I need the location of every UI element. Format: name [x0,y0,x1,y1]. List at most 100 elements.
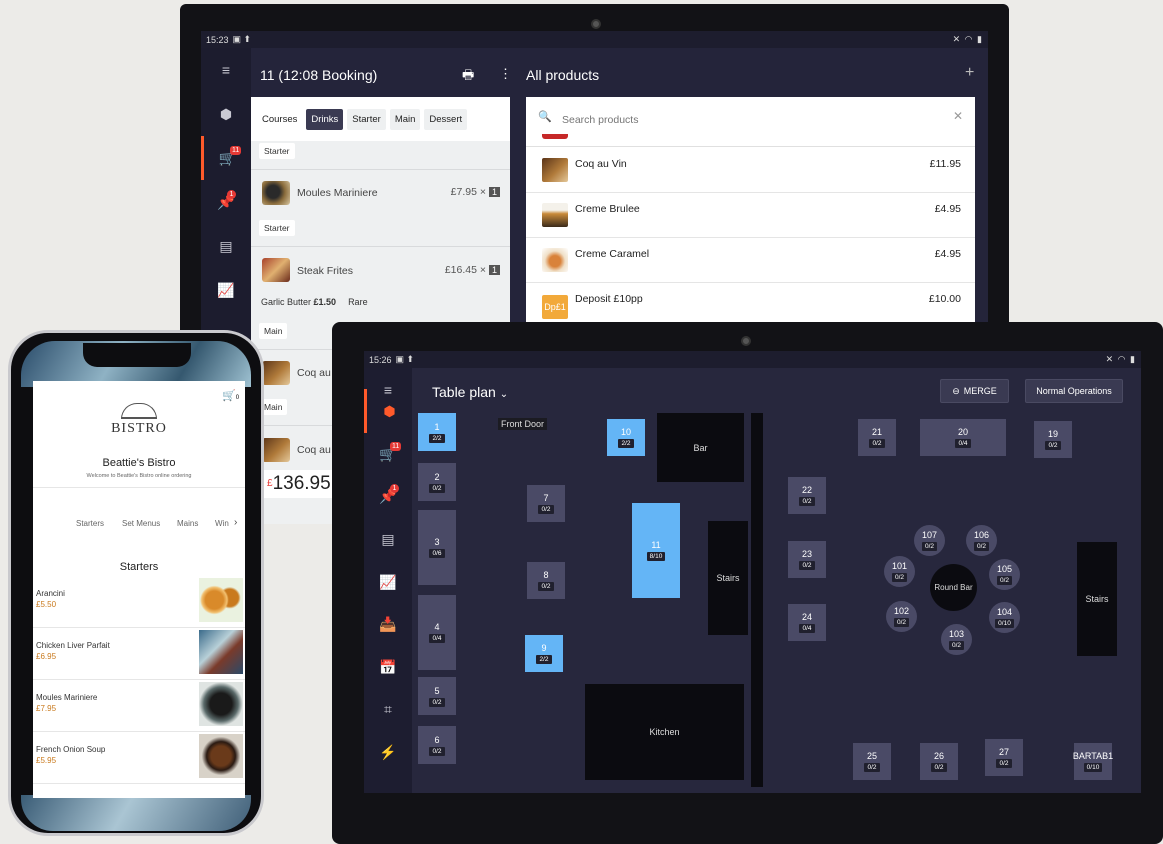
close-icon[interactable]: ✕ [953,109,963,123]
product-row[interactable]: Creme Brulee £4.95 [526,193,975,238]
product-thumb [542,248,568,272]
table-6[interactable]: 6 0/2 [418,726,456,764]
pin-icon[interactable]: 📌 1 [364,474,412,518]
table-covers: 0/2 [891,573,908,582]
table-27[interactable]: 27 0/2 [985,739,1023,776]
mode-button[interactable]: Normal Operations [1025,379,1123,403]
pin-icon[interactable]: 📌 1 [201,180,251,224]
cart-icon[interactable]: 🛒0 [222,389,239,402]
table-104[interactable]: 104 0/10 [989,602,1020,633]
table-8[interactable]: 8 0/2 [527,562,565,599]
product-row[interactable]: Creme Caramel £4.95 [526,238,975,283]
order-line-name[interactable]: Moules Mariniere [297,187,378,199]
table-7[interactable]: 7 0/2 [527,485,565,522]
table-covers: 2/2 [429,433,445,443]
table-covers: 0/2 [538,582,554,591]
category-starters[interactable]: Starters [76,519,104,528]
page-title[interactable]: Table plan ⌄ [432,384,508,400]
search-input[interactable] [562,113,922,127]
reports-icon[interactable]: 📈 [364,560,412,604]
table-26[interactable]: 26 0/2 [920,743,958,780]
tab-drinks[interactable]: Drinks [306,108,344,130]
table-103[interactable]: 103 0/2 [941,624,972,655]
calendar-icon[interactable]: 📅 [364,645,412,689]
table-number: 103 [948,629,965,639]
chevron-right-icon[interactable]: › [234,517,237,528]
table-107[interactable]: 107 0/2 [914,525,945,556]
table-plan-icon[interactable]: ⬢ [364,389,412,433]
pin-badge: 1 [390,484,399,493]
table-4[interactable]: 4 0/4 [418,595,456,670]
table-10[interactable]: 10 2/2 [607,419,645,456]
table-number: 102 [893,606,910,616]
products-title: All products [526,67,600,83]
category-mains[interactable]: Mains [177,519,198,528]
tab-starter[interactable]: Starter [347,108,386,130]
table-23[interactable]: 23 0/2 [788,541,826,578]
reports-icon[interactable]: 📈 [201,268,251,312]
inbox-icon[interactable]: 📥 [364,602,412,646]
menu-icon[interactable]: ≡ [201,48,251,92]
table-covers: 0/2 [429,483,445,493]
print-icon[interactable]: 🖶 [462,66,474,88]
table-number: 20 [957,427,968,437]
order-line-name[interactable]: Coq au [297,367,331,379]
table-106[interactable]: 106 0/2 [966,525,997,556]
table-19[interactable]: 19 0/2 [1034,421,1072,458]
more-options-icon[interactable]: ⋮ [499,66,512,82]
item-photo [199,734,243,778]
merge-button[interactable]: ⊖ MERGE [940,379,1009,403]
category-set-menus[interactable]: Set Menus [122,519,160,528]
menu-item[interactable]: Chicken Liver Parfait £6.95 [36,641,110,661]
table-25[interactable]: 25 0/2 [853,743,891,780]
line-qty[interactable]: 1 [488,187,500,197]
order-line-name[interactable]: Coq au [297,444,331,456]
product-row[interactable]: Coq au Vin £11.95 [526,148,975,193]
orders-list-icon[interactable]: ▤ [364,517,412,561]
item-name: Moules Mariniere [36,693,98,702]
table-5[interactable]: 5 0/2 [418,677,456,715]
product-price: £4.95 [934,203,961,215]
table-plan-icon[interactable]: ⬢ [201,92,251,136]
table-9[interactable]: 9 2/2 [525,635,563,672]
cart-icon[interactable]: 🛒 11 [201,136,251,180]
welcome-text: Welcome to Beattie's Bistro online order… [86,473,192,479]
table-22[interactable]: 22 0/2 [788,477,826,514]
line-qty[interactable]: 1 [488,265,500,275]
table-covers: 8/10 [646,552,666,561]
item-price: £5.95 [36,756,57,765]
table-3[interactable]: 3 0/6 [418,510,456,585]
table-1[interactable]: 1 2/2 [418,413,456,451]
product-price: £4.95 [934,248,961,260]
menu-item[interactable]: Moules Mariniere £7.95 [36,693,97,713]
order-line-name[interactable]: Steak Frites [297,265,353,277]
order-line-price: £7.95 × 1 [451,186,500,198]
table-bartab1[interactable]: BARTAB1 0/10 [1073,743,1113,780]
table-21[interactable]: 21 0/2 [858,419,896,456]
camera [741,336,751,346]
table-number: 24 [801,612,812,622]
scan-icon[interactable]: ⌗ [364,687,412,731]
divider [33,731,245,732]
orders-list-icon[interactable]: ▤ [201,224,251,268]
table-covers: 0/2 [864,763,880,772]
tab-courses[interactable]: Courses [257,109,302,130]
table-number: 105 [996,564,1013,574]
table-11[interactable]: 11 8/10 [632,503,680,598]
category-wine[interactable]: Win [215,519,229,528]
table-20[interactable]: 20 0/4 [920,419,1006,456]
table-covers: 0/2 [973,542,990,551]
steak-thumb [262,258,290,282]
menu-item[interactable]: French Onion Soup £5.95 [36,745,105,765]
section-title: Starters [119,561,159,573]
tab-dessert[interactable]: Dessert [424,108,468,130]
cart-icon[interactable]: 🛒 11 [364,432,412,476]
table-2[interactable]: 2 0/2 [418,463,456,501]
menu-item[interactable]: Arancini £5.50 [36,589,65,609]
add-icon[interactable]: + [965,64,974,82]
table-105[interactable]: 105 0/2 [989,559,1020,590]
tab-main[interactable]: Main [389,108,421,130]
table-101[interactable]: 101 0/2 [884,556,915,587]
table-102[interactable]: 102 0/2 [886,601,917,632]
table-24[interactable]: 24 0/4 [788,604,826,641]
